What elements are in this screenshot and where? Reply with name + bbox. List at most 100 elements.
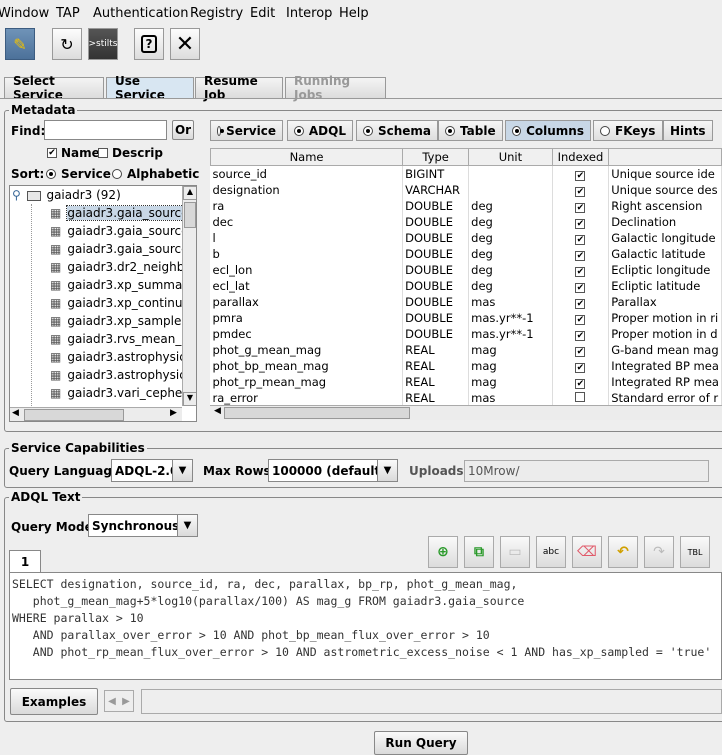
table-row[interactable]: phot_g_mean_mag REAL mag ✔ G-band mean mag xyxy=(210,341,722,358)
tree-item-table[interactable]: ▦ gaiadr3.gaia_source xyxy=(50,242,189,260)
eraser-icon[interactable]: ⌫ xyxy=(572,536,602,568)
tree-item-table[interactable]: ▦ gaiadr3.astrophysica xyxy=(50,368,193,386)
menu-window[interactable]: Window xyxy=(0,6,49,21)
columns-table[interactable]: Name Type Unit Indexed source_id BIGINT ✔ U… xyxy=(209,148,722,406)
adql-editor[interactable]: SELECT designation, source_id, ra, dec, … xyxy=(9,572,722,680)
checkbox-checked-icon: ✔ xyxy=(575,362,586,373)
table-row[interactable]: parallax DOUBLE mas ✔ Parallax xyxy=(210,293,722,310)
next-example-icon[interactable]: ▶ xyxy=(122,696,130,707)
tree-item-table[interactable]: ▦ gaiadr3.xp_summary xyxy=(50,278,194,296)
query-language-select[interactable]: ADQL-2.0 ▼ xyxy=(111,459,193,482)
tab-resume-job[interactable]: Resume Job xyxy=(195,74,283,102)
tab-adql[interactable]: ADQL xyxy=(287,120,353,141)
tree-root[interactable]: ⚲ gaiadr3 (92) xyxy=(12,188,121,206)
table-row[interactable]: pmdec DOUBLE mas.yr**-1 ✔ Proper motion in d xyxy=(210,325,722,342)
adql-line: AND parallax_over_error > 10 AND phot_bp… xyxy=(12,628,490,642)
tree-item-table[interactable]: ▦ gaiadr3.xp_sampled xyxy=(50,314,189,332)
stilts-icon[interactable]: >stilts xyxy=(88,28,118,60)
table-row[interactable]: phot_bp_mean_mag REAL mag ✔ Integrated BP me… xyxy=(210,357,722,374)
tab-running-jobs[interactable]: Running Jobs xyxy=(285,74,386,102)
table-row[interactable]: dec DOUBLE deg ✔ Declination xyxy=(210,213,722,230)
col-header-unit[interactable]: Unit xyxy=(468,148,553,166)
table-row[interactable]: ra_error REAL mas Standard error of r xyxy=(210,389,722,406)
tab-columns[interactable]: Columns xyxy=(505,120,591,141)
table-row[interactable]: ecl_lat DOUBLE deg ✔ Ecliptic latitude xyxy=(210,277,722,294)
tab-schema[interactable]: Schema xyxy=(356,120,438,141)
redo-icon[interactable]: ↷ xyxy=(644,536,674,568)
title-tab-icon[interactable]: abc xyxy=(536,536,566,568)
table-cell: l xyxy=(210,229,404,246)
close-icon[interactable]: ✕ xyxy=(170,28,200,60)
col-header-name[interactable]: Name xyxy=(209,148,404,166)
menu-authentication[interactable]: Authentication xyxy=(93,6,188,21)
h-scroll-thumb[interactable] xyxy=(24,409,124,421)
tbl-icon[interactable]: TBL xyxy=(680,536,710,568)
tab-hints[interactable]: Hints xyxy=(663,120,713,141)
tree-item-table[interactable]: ▦ gaiadr3.gaia_source xyxy=(50,205,190,224)
table-row[interactable]: designation VARCHAR ✔ Unique source des xyxy=(210,181,722,198)
scroll-up-icon[interactable]: ▲ xyxy=(183,186,196,200)
scroll-thumb[interactable] xyxy=(184,202,196,228)
undo-icon[interactable]: ↶ xyxy=(608,536,638,568)
table-row[interactable]: ra DOUBLE deg ✔ Right ascension xyxy=(210,197,722,214)
query-tab-1[interactable]: 1 xyxy=(9,550,41,572)
menu-interop[interactable]: Interop xyxy=(286,6,332,21)
add-tab-icon[interactable]: ⊕ xyxy=(428,536,458,568)
tree-item-table[interactable]: ▦ gaiadr3.dr2_neighbo xyxy=(50,260,192,278)
tree-item-table[interactable]: ▦ gaiadr3.vari_cepheic xyxy=(50,386,192,404)
table-cell: phot_g_mean_mag xyxy=(210,341,404,358)
table-row[interactable]: b DOUBLE deg ✔ Galactic latitude xyxy=(210,245,722,262)
tree-item-table[interactable]: ▦ gaiadr3.gaia_source xyxy=(50,224,189,242)
tree-item-table[interactable]: ▦ gaiadr3.xp_continuo xyxy=(50,296,190,314)
sort-service-radio[interactable]: Service xyxy=(46,167,111,181)
tab-service[interactable]: Service xyxy=(210,120,283,141)
menu-registry[interactable]: Registry xyxy=(190,6,243,21)
table-row[interactable]: source_id BIGINT ✔ Unique source ide xyxy=(210,165,722,182)
example-nav[interactable]: ◀ ▶ xyxy=(104,690,134,712)
help-icon[interactable]: ? xyxy=(134,28,164,60)
table-row[interactable]: ecl_lon DOUBLE deg ✔ Ecliptic longitude xyxy=(210,261,722,278)
table-row[interactable]: l DOUBLE deg ✔ Galactic longitude xyxy=(210,229,722,246)
examples-button[interactable]: Examples xyxy=(10,688,98,715)
scroll-down-icon[interactable]: ▼ xyxy=(183,392,196,406)
pin-icon[interactable]: ✎ xyxy=(5,28,35,60)
prev-example-icon[interactable]: ◀ xyxy=(108,696,116,707)
tree-vscrollbar[interactable]: ▲ ▼ xyxy=(182,186,196,406)
remove-tab-icon[interactable]: ▭ xyxy=(500,536,530,568)
or-button[interactable]: Or xyxy=(172,120,194,140)
reload-icon[interactable]: ↻ xyxy=(52,28,82,60)
tab-fkeys[interactable]: FKeys xyxy=(593,120,663,141)
menu-tap[interactable]: TAP xyxy=(56,6,80,21)
descrip-checkbox[interactable]: Descrip xyxy=(98,146,163,160)
tree-item-table[interactable]: ▦ gaiadr3.rvs_mean_s xyxy=(50,332,188,350)
tab-table[interactable]: Table xyxy=(438,120,503,141)
menu-help[interactable]: Help xyxy=(339,6,369,21)
menu-edit[interactable]: Edit xyxy=(250,6,275,21)
sort-alphabetic-radio[interactable]: Alphabetic xyxy=(112,167,199,181)
scroll-right-icon[interactable]: ▶ xyxy=(170,408,177,418)
table-row[interactable]: phot_rp_mean_mag REAL mag ✔ Integrated RP me… xyxy=(210,373,722,390)
expand-icon[interactable]: ⚲ xyxy=(12,188,21,202)
query-mode-select[interactable]: Synchronous ▼ xyxy=(88,514,198,537)
table-hscrollbar[interactable]: ◀ xyxy=(210,405,722,420)
table-row[interactable]: pmra DOUBLE mas.yr**-1 ✔ Proper motion in ri xyxy=(210,309,722,326)
find-input[interactable] xyxy=(44,120,167,140)
copy-tab-icon[interactable]: ⧉ xyxy=(464,536,494,568)
scroll-left-icon[interactable]: ◀ xyxy=(12,408,19,418)
tree-hscrollbar[interactable]: ◀ ▶ xyxy=(10,407,182,421)
table-cell: mag xyxy=(468,341,553,358)
scroll-left-icon[interactable]: ◀ xyxy=(214,406,221,416)
col-header-type[interactable]: Type xyxy=(402,148,470,166)
description-cell: Unique source des xyxy=(608,181,722,198)
sort-label: Sort: xyxy=(11,167,45,181)
col-header-description[interactable] xyxy=(608,148,722,166)
name-checkbox[interactable]: ✔ Name xyxy=(47,146,100,160)
run-query-button[interactable]: Run Query xyxy=(374,731,468,755)
tab-select-service[interactable]: Select Service xyxy=(4,74,104,102)
tree-item-table[interactable]: ▦ gaiadr3.astrophysica xyxy=(50,350,193,368)
h-scroll-thumb[interactable] xyxy=(224,407,410,419)
max-rows-select[interactable]: 100000 (default) ▼ xyxy=(268,459,398,482)
table-tree[interactable]: ⚲ gaiadr3 (92) ▦ gaiadr3.gaia_source ▦ gaia… xyxy=(9,185,197,422)
tab-use-service[interactable]: Use Service xyxy=(106,74,194,102)
col-header-indexed[interactable]: Indexed xyxy=(551,148,610,166)
